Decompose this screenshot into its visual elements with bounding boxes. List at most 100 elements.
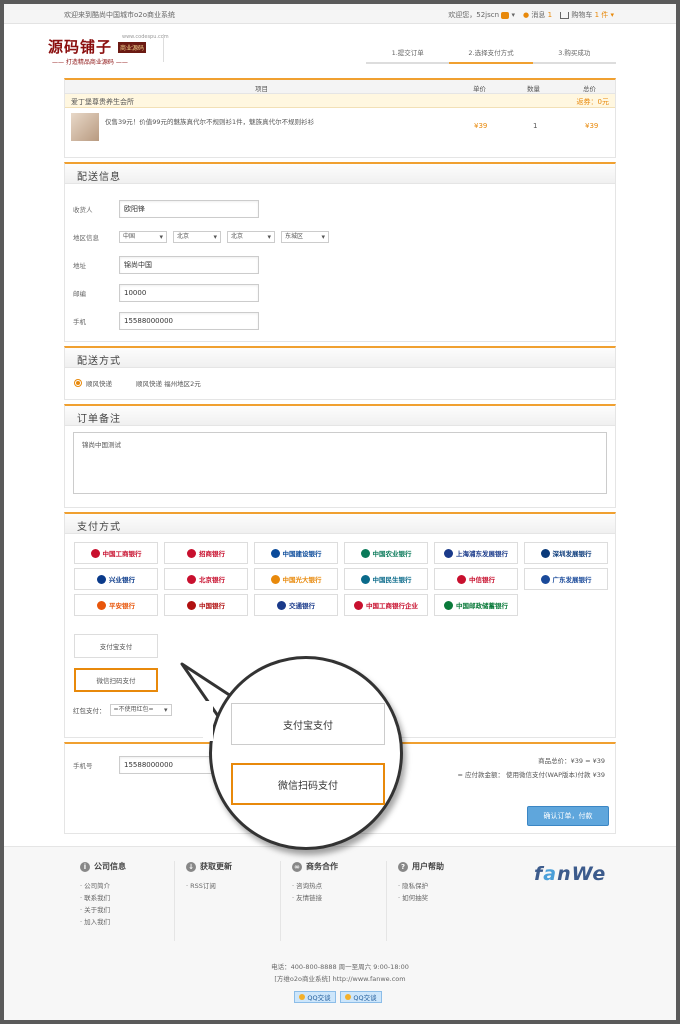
bank-option[interactable]: 中国银行: [164, 594, 248, 616]
bank-logo-icon: [270, 574, 280, 584]
payable-amount: = 应付款金额： 使用微信支付(WAP版本)付款 ¥39: [457, 771, 605, 779]
qq-icon: [345, 994, 352, 1000]
bank-logo-icon: [360, 574, 370, 584]
consignee-field[interactable]: 欧阳锋: [119, 200, 259, 218]
bank-logo-icon: [270, 548, 280, 558]
province-select[interactable]: 北京: [173, 231, 221, 243]
top-bar: 欢迎来到酷尚中国城市o2o商业系统 欢迎您，52jscn ▾ ● 消息 1 购物…: [4, 4, 676, 24]
bank-option[interactable]: 中信银行: [434, 568, 518, 590]
shipping-option[interactable]: 顺风快递 顺风快递 福州地区2元: [74, 378, 201, 388]
bank-logo-icon: [90, 548, 100, 558]
hotline: 电话：400-800-8888 周一至周六 9:00-18:00: [271, 963, 409, 971]
qq-chat-button[interactable]: QQ交谈: [340, 991, 382, 1003]
redpack-select[interactable]: =不使用红包=: [109, 704, 172, 716]
bank-option[interactable]: 招商银行: [164, 542, 248, 564]
alipay-option[interactable]: 支付宝支付: [74, 634, 158, 658]
goods-total: 商品总价：¥39 = ¥39: [538, 757, 605, 765]
cart-table: 项目 单价 数量 总价 爱丁堡尊贵养生会所 返券：0元 仅售39元！价值99元的…: [64, 78, 616, 158]
help-icon: ?: [398, 861, 408, 872]
bank-logo-icon: [360, 548, 370, 558]
bank-grid: 中国工商银行 招商银行 中国建设银行 中国农业银行 上海浦东发展银行 深圳发展银行兴业银行…: [74, 542, 614, 616]
consignee-row: 收货人 欧阳锋: [73, 200, 259, 218]
footer-link[interactable]: 加入我们: [80, 916, 174, 928]
bank-option[interactable]: 中国光大银行: [254, 568, 338, 590]
handshake-icon: ∞: [292, 861, 302, 872]
footer-link[interactable]: 如何抽奖: [398, 892, 493, 904]
bank-option[interactable]: 北京银行: [164, 568, 248, 590]
checkout-page: 欢迎来到酷尚中国城市o2o商业系统 欢迎您，52jscn ▾ ● 消息 1 购物…: [4, 4, 676, 1020]
bank-option[interactable]: 深圳发展银行: [524, 542, 608, 564]
product-thumbnail[interactable]: [71, 113, 99, 141]
footer-link[interactable]: 公司简介: [80, 880, 174, 892]
copyright: [方维o2o商业系统] http://www.fanwe.com: [274, 975, 406, 983]
section-title: 配送信息: [65, 164, 615, 184]
section-title: 配送方式: [65, 348, 615, 368]
callout-alipay-option[interactable]: 支付宝支付: [231, 703, 385, 745]
product-total: ¥39: [585, 122, 599, 130]
section-title: 支付方式: [65, 514, 615, 534]
bank-option[interactable]: 中国农业银行: [344, 542, 428, 564]
site-logo[interactable]: 源码铺子 www.codespu.com 商业源码 —— 打造精品商业源码 ——: [48, 32, 169, 68]
table-row: 仅售39元！价值99元的魅族真代尔不规则衫1件，魅族真代尔不规则衫衫 ¥39 1…: [65, 108, 615, 148]
order-summary: 商品总价：¥39 = ¥39 = 应付款金额： 使用微信支付(WAP版本)付款 …: [457, 754, 605, 782]
cart-link[interactable]: 购物车 1 件 ▾: [560, 10, 614, 20]
bank-logo-icon: [457, 574, 466, 584]
messages-link[interactable]: ● 消息 1: [523, 10, 552, 20]
checkout-phone-field[interactable]: 15588000000: [119, 756, 219, 774]
checkout-phone-row: 手机号 15588000000: [73, 756, 219, 774]
phone-row: 手机 15588000000: [73, 312, 259, 330]
user-badge-icon: [501, 11, 510, 19]
logo-divider: [163, 34, 164, 62]
footer-link[interactable]: 联系我们: [80, 892, 174, 904]
bank-logo-icon: [444, 548, 453, 558]
bank-option[interactable]: 交通银行: [254, 594, 338, 616]
qq-chat-button[interactable]: QQ交谈: [294, 991, 336, 1003]
country-select[interactable]: 中国: [119, 231, 167, 243]
shop-name[interactable]: 爱丁堡尊贵养生会所: [71, 97, 134, 107]
bank-option[interactable]: 中国民生银行: [344, 568, 428, 590]
step-success: 3.购买成功: [532, 44, 616, 64]
bank-option[interactable]: 广东发展银行: [524, 568, 608, 590]
top-bar-right: 欢迎您，52jscn ▾ ● 消息 1 购物车 1 件 ▾: [448, 10, 614, 20]
bank-option[interactable]: 中国邮政储蓄银行: [434, 594, 518, 616]
step-submit-order: 1.提交订单: [366, 44, 450, 64]
shipping-radio[interactable]: [74, 379, 82, 387]
bank-option[interactable]: 中国工商银行: [74, 542, 158, 564]
address-field[interactable]: 锦尚中国: [119, 256, 259, 274]
footer-col-business: ∞商务合作 咨询热点 友情链接: [282, 861, 387, 941]
bank-option[interactable]: 兴业银行: [74, 568, 158, 590]
district-select[interactable]: 东城区: [281, 231, 329, 243]
wechat-pay-option[interactable]: 微信扫码支付: [74, 668, 158, 692]
zoom-callout: 支付宝支付 微信扫码支付: [209, 656, 403, 850]
footer-col-help: ?用户帮助 隐私保护 如何抽奖: [388, 861, 493, 941]
redpack-row: 红包支付： =不使用红包=: [73, 704, 178, 716]
footer-link[interactable]: 友情链接: [292, 892, 386, 904]
chevron-down-icon: ▾: [610, 11, 614, 19]
section-title: 订单备注: [65, 406, 615, 426]
remark-textarea[interactable]: 锦尚中国测试: [73, 432, 607, 494]
city-select[interactable]: 北京: [227, 231, 275, 243]
bank-logo-icon: [187, 574, 196, 584]
bank-option[interactable]: 中国建设银行: [254, 542, 338, 564]
footer-link[interactable]: RSS订阅: [186, 880, 280, 892]
footer-link[interactable]: 隐私保护: [398, 880, 493, 892]
phone-field[interactable]: 15588000000: [119, 312, 259, 330]
user-greeting[interactable]: 欢迎您，52jscn ▾: [448, 10, 515, 20]
delivery-section: 配送信息 收货人 欧阳锋 地区信息 中国 北京 北京 东城区 地址 锦尚中国 邮…: [64, 162, 616, 342]
address-row: 地址 锦尚中国: [73, 256, 259, 274]
bank-option[interactable]: 上海浦东发展银行: [434, 542, 518, 564]
rebate-text: 返券：0元: [576, 98, 609, 106]
footer-link[interactable]: 关于我们: [80, 904, 174, 916]
region-row: 地区信息 中国 北京 北京 东城区: [73, 228, 335, 246]
callout-wechat-option[interactable]: 微信扫码支付: [231, 763, 385, 805]
bank-option[interactable]: 平安银行: [74, 594, 158, 616]
product-name[interactable]: 仅售39元！价值99元的魅族真代尔不规则衫1件，魅族真代尔不规则衫衫: [105, 116, 314, 126]
checkout-steps: 1.提交订单 2.选择支付方式 3.购买成功: [366, 44, 616, 64]
fanwe-logo[interactable]: fanWe: [534, 863, 606, 885]
bank-option[interactable]: 中国工商银行企业: [344, 594, 428, 616]
confirm-order-button[interactable]: 确认订单，付款: [527, 806, 609, 826]
message-icon: ●: [523, 11, 530, 19]
footer-link[interactable]: 咨询热点: [292, 880, 386, 892]
zip-field[interactable]: 10000: [119, 284, 259, 302]
footer-col-company: i公司信息 公司简介 联系我们 关于我们 加入我们: [70, 861, 175, 941]
